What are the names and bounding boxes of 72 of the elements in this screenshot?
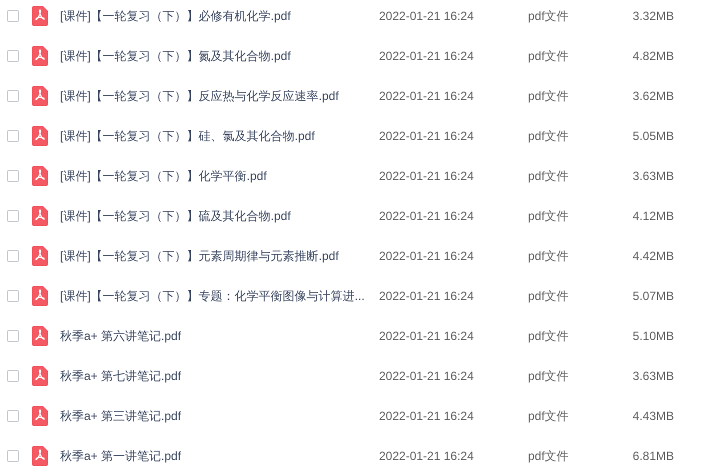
file-type: pdf文件 [528, 248, 570, 264]
checkbox[interactable] [7, 330, 19, 342]
checkbox[interactable] [7, 130, 19, 142]
checkbox[interactable] [7, 50, 19, 62]
file-size: 6.81MB [632, 449, 674, 463]
modified-date: 2022-01-21 16:24 [379, 49, 475, 63]
file-size: 4.42MB [632, 249, 674, 263]
pdf-file-icon [32, 126, 48, 146]
file-type: pdf文件 [528, 168, 570, 184]
file-name[interactable]: 秋季a+ 第三讲笔记.pdf [60, 408, 379, 424]
file-name[interactable]: [课件]【一轮复习（下）】必修有机化学.pdf [60, 8, 379, 24]
checkbox[interactable] [7, 370, 19, 382]
file-name[interactable]: [课件]【一轮复习（下）】专题：化学平衡图像与计算进... [60, 288, 379, 304]
file-type: pdf文件 [528, 408, 570, 424]
file-name[interactable]: [课件]【一轮复习（下）】元素周期律与元素推断.pdf [60, 248, 379, 264]
checkbox[interactable] [7, 170, 19, 182]
checkbox[interactable] [7, 450, 19, 462]
file-name[interactable]: [课件]【一轮复习（下）】氮及其化合物.pdf [60, 48, 379, 64]
checkbox[interactable] [7, 10, 19, 22]
file-name[interactable]: [课件]【一轮复习（下）】反应热与化学反应速率.pdf [60, 88, 379, 104]
file-size: 5.10MB [632, 329, 674, 343]
modified-date: 2022-01-21 16:24 [379, 409, 475, 423]
file-size: 4.43MB [632, 409, 674, 423]
file-type: pdf文件 [528, 128, 570, 144]
modified-date: 2022-01-21 16:24 [379, 249, 475, 263]
file-size: 3.63MB [632, 169, 674, 183]
file-name[interactable]: 秋季a+ 第六讲笔记.pdf [60, 328, 379, 344]
file-type: pdf文件 [528, 368, 570, 384]
pdf-file-icon [32, 406, 48, 426]
checkbox[interactable] [7, 90, 19, 102]
modified-date: 2022-01-21 16:24 [379, 129, 475, 143]
checkbox[interactable] [7, 250, 19, 262]
file-name[interactable]: 秋季a+ 第一讲笔记.pdf [60, 448, 379, 464]
pdf-file-icon [32, 86, 48, 106]
file-size: 4.82MB [632, 49, 674, 63]
file-name[interactable]: [课件]【一轮复习（下）】硫及其化合物.pdf [60, 208, 379, 224]
checkbox[interactable] [7, 290, 19, 302]
file-type: pdf文件 [528, 8, 570, 24]
pdf-file-icon [32, 446, 48, 466]
file-size: 3.32MB [632, 9, 674, 23]
modified-date: 2022-01-21 16:24 [379, 169, 475, 183]
file-type: pdf文件 [528, 288, 570, 304]
modified-date: 2022-01-21 16:24 [379, 329, 475, 343]
modified-date: 2022-01-21 16:24 [379, 449, 475, 463]
modified-date: 2022-01-21 16:24 [379, 289, 475, 303]
pdf-file-icon [32, 166, 48, 186]
file-size: 3.63MB [632, 369, 674, 383]
pdf-file-icon [32, 246, 48, 266]
file-size: 5.05MB [632, 129, 674, 143]
pdf-file-icon [32, 206, 48, 226]
modified-date: 2022-01-21 16:24 [379, 9, 475, 23]
file-size: 4.12MB [632, 209, 674, 223]
file-type: pdf文件 [528, 48, 570, 64]
pdf-file-icon [32, 46, 48, 66]
pdf-file-icon [32, 6, 48, 26]
checkbox[interactable] [7, 210, 19, 222]
pdf-file-icon [32, 366, 48, 386]
modified-date: 2022-01-21 16:24 [379, 89, 475, 103]
file-type: pdf文件 [528, 448, 570, 464]
pdf-file-icon [32, 286, 48, 306]
modified-date: 2022-01-21 16:24 [379, 209, 475, 223]
pdf-file-icon [32, 326, 48, 346]
file-name[interactable]: [课件]【一轮复习（下）】硅、氯及其化合物.pdf [60, 128, 379, 144]
file-size: 5.07MB [632, 289, 674, 303]
file-name[interactable]: 秋季a+ 第七讲笔记.pdf [60, 368, 379, 384]
modified-date: 2022-01-21 16:24 [379, 369, 475, 383]
file-name[interactable]: [课件]【一轮复习（下）】化学平衡.pdf [60, 168, 379, 184]
file-type: pdf文件 [528, 208, 570, 224]
file-size: 3.62MB [632, 89, 674, 103]
file-type: pdf文件 [528, 328, 570, 344]
file-type: pdf文件 [528, 88, 570, 104]
checkbox[interactable] [7, 410, 19, 422]
